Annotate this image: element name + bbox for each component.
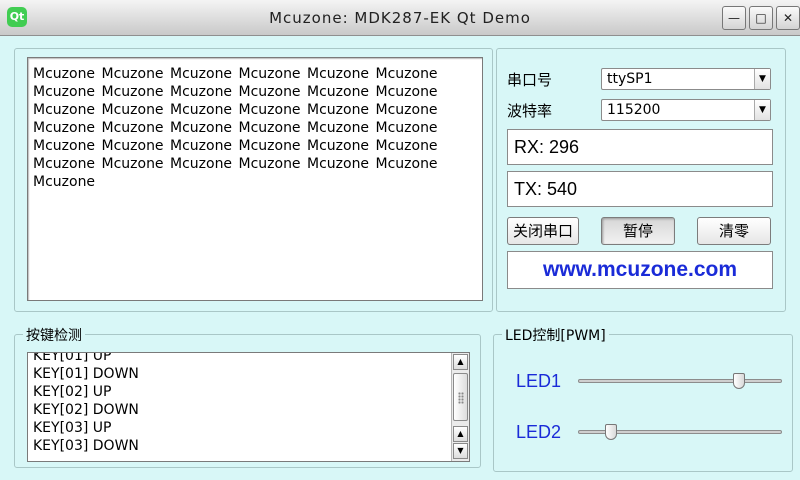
receive-panel: Mcuzone Mcuzone Mcuzone Mcuzone Mcuzone … [14,48,493,312]
baud-combobox[interactable]: 115200 ▼ [601,99,771,121]
scrollbar-thumb[interactable] [453,373,468,421]
window-title: Mcuzone: MDK287-EK Qt Demo [269,9,531,27]
key-event-item[interactable]: KEY[01] DOWN [33,365,139,383]
website-link: www.mcuzone.com [542,258,738,281]
minimize-button[interactable]: — [722,6,746,30]
led1-slider-track[interactable] [578,379,782,383]
led1-slider-handle[interactable] [733,373,746,389]
receive-text-area[interactable]: Mcuzone Mcuzone Mcuzone Mcuzone Mcuzone … [27,57,483,301]
rx-counter: RX: 296 [507,129,773,165]
key-event-items: KEY[01] UP KEY[01] DOWN KEY[02] UP KEY[02] … [33,353,139,455]
main-window-body: Mcuzone Mcuzone Mcuzone Mcuzone Mcuzone … [0,36,800,480]
scroll-down-icon[interactable]: ▼ [453,443,468,459]
key-event-item[interactable]: KEY[03] DOWN [33,437,139,455]
port-label: 串口号 [507,71,553,89]
scroll-up-icon[interactable]: ▲ [453,426,468,442]
led-control-title: LED控制[PWM] [502,325,609,345]
chevron-down-icon[interactable]: ▼ [754,69,770,89]
serial-panel: 串口号 ttySP1 ▼ 波特率 115200 ▼ RX: 296 TX: 54… [496,48,786,312]
maximize-icon: □ [755,11,767,25]
scroll-up-icon[interactable]: ▲ [453,354,468,370]
key-event-item[interactable]: KEY[02] DOWN [33,401,139,419]
baud-value: 115200 [607,102,661,118]
website-box: www.mcuzone.com [507,251,773,289]
key-detect-title: 按键检测 [23,325,85,345]
title-bar[interactable]: Qt Mcuzone: MDK287-EK Qt Demo — □ ✕ [0,0,800,36]
key-event-item[interactable]: KEY[03] UP [33,419,139,437]
tx-counter: TX: 540 [507,171,773,207]
key-list-scrollbar[interactable]: ▲ ▲ ▼ [451,353,469,461]
led1-slider[interactable] [578,373,782,389]
led2-label: LED2 [516,422,562,442]
key-event-item[interactable]: KEY[01] UP [33,353,139,365]
maximize-button[interactable]: □ [749,6,773,30]
led1-label: LED1 [516,371,562,391]
port-combobox[interactable]: ttySP1 ▼ [601,68,771,90]
led-control-group: LED控制[PWM] LED1 LED2 [493,325,793,472]
led2-slider-handle[interactable] [604,424,617,440]
port-value: ttySP1 [607,71,653,87]
baud-label: 波特率 [507,102,553,120]
key-event-item[interactable]: KEY[02] UP [33,383,139,401]
key-event-list[interactable]: KEY[01] UP KEY[01] DOWN KEY[02] UP KEY[02] … [27,352,470,462]
close-port-button[interactable]: 关闭串口 [507,217,579,245]
close-icon: ✕ [782,11,794,25]
chevron-down-icon[interactable]: ▼ [754,100,770,120]
clear-button[interactable]: 清零 [697,217,771,245]
minimize-icon: — [728,11,740,25]
close-button[interactable]: ✕ [776,6,800,30]
key-detect-group: 按键检测 KEY[01] UP KEY[01] DOWN KEY[02] UP KEY… [14,325,481,468]
led2-slider[interactable] [578,424,782,440]
pause-button[interactable]: 暂停 [601,217,675,245]
